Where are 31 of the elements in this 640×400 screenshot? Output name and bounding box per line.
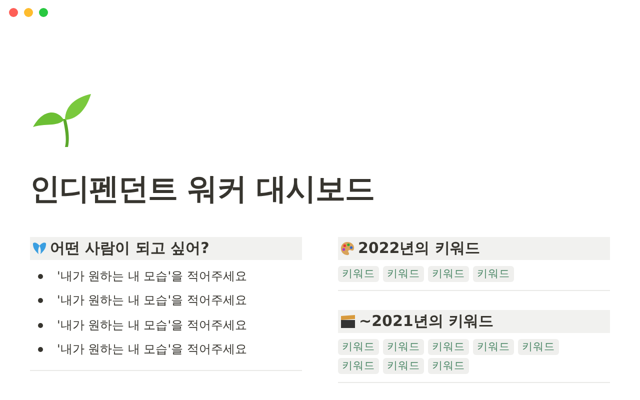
close-button[interactable] [9, 8, 18, 17]
list-item-text: '내가 원하는 내 모습'을 적어주세요 [57, 292, 247, 310]
zoom-button[interactable] [39, 8, 48, 17]
bullet-icon [38, 322, 43, 328]
bullet-icon [38, 347, 43, 352]
keyword-tag: 키워드 [428, 266, 469, 282]
bullet-icon [38, 298, 43, 304]
keyword-tag: 키워드 [428, 339, 469, 355]
heading-text: 2022년의 키워드 [358, 239, 480, 258]
minimize-button[interactable] [24, 8, 33, 17]
list-item-text: '내가 원하는 내 모습'을 적어주세요 [57, 341, 247, 358]
sprout-icon [31, 93, 91, 149]
list-item-text: '내가 원하는 내 모습'을 적어주세요 [57, 268, 247, 285]
keyword-tag: 키워드 [338, 339, 379, 355]
keyword-tag: 키워드 [473, 266, 514, 282]
keyword-tag: 키워드 [518, 339, 559, 355]
clapperboard-icon [340, 314, 356, 329]
page-title: 인디펜던트 워커 대시보드 [30, 171, 376, 209]
heading-text: 어떤 사람이 되고 싶어? [50, 239, 210, 258]
list-item-text: '내가 원하는 내 모습'을 적어주세요 [57, 316, 247, 334]
keyword-tag: 키워드 [428, 358, 469, 374]
keyword-tag: 키워드 [338, 266, 379, 282]
keyword-tag: 키워드 [383, 266, 424, 282]
keyword-tag: 키워드 [338, 358, 379, 374]
palette-icon [340, 241, 355, 256]
bullet-icon [38, 274, 43, 279]
keyword-tag: 키워드 [383, 339, 424, 355]
keyword-tag: 키워드 [383, 358, 424, 374]
keyword-tag: 키워드 [473, 339, 514, 355]
butterfly-icon [32, 241, 47, 256]
heading-text: ~2021년의 키워드 [359, 312, 494, 331]
